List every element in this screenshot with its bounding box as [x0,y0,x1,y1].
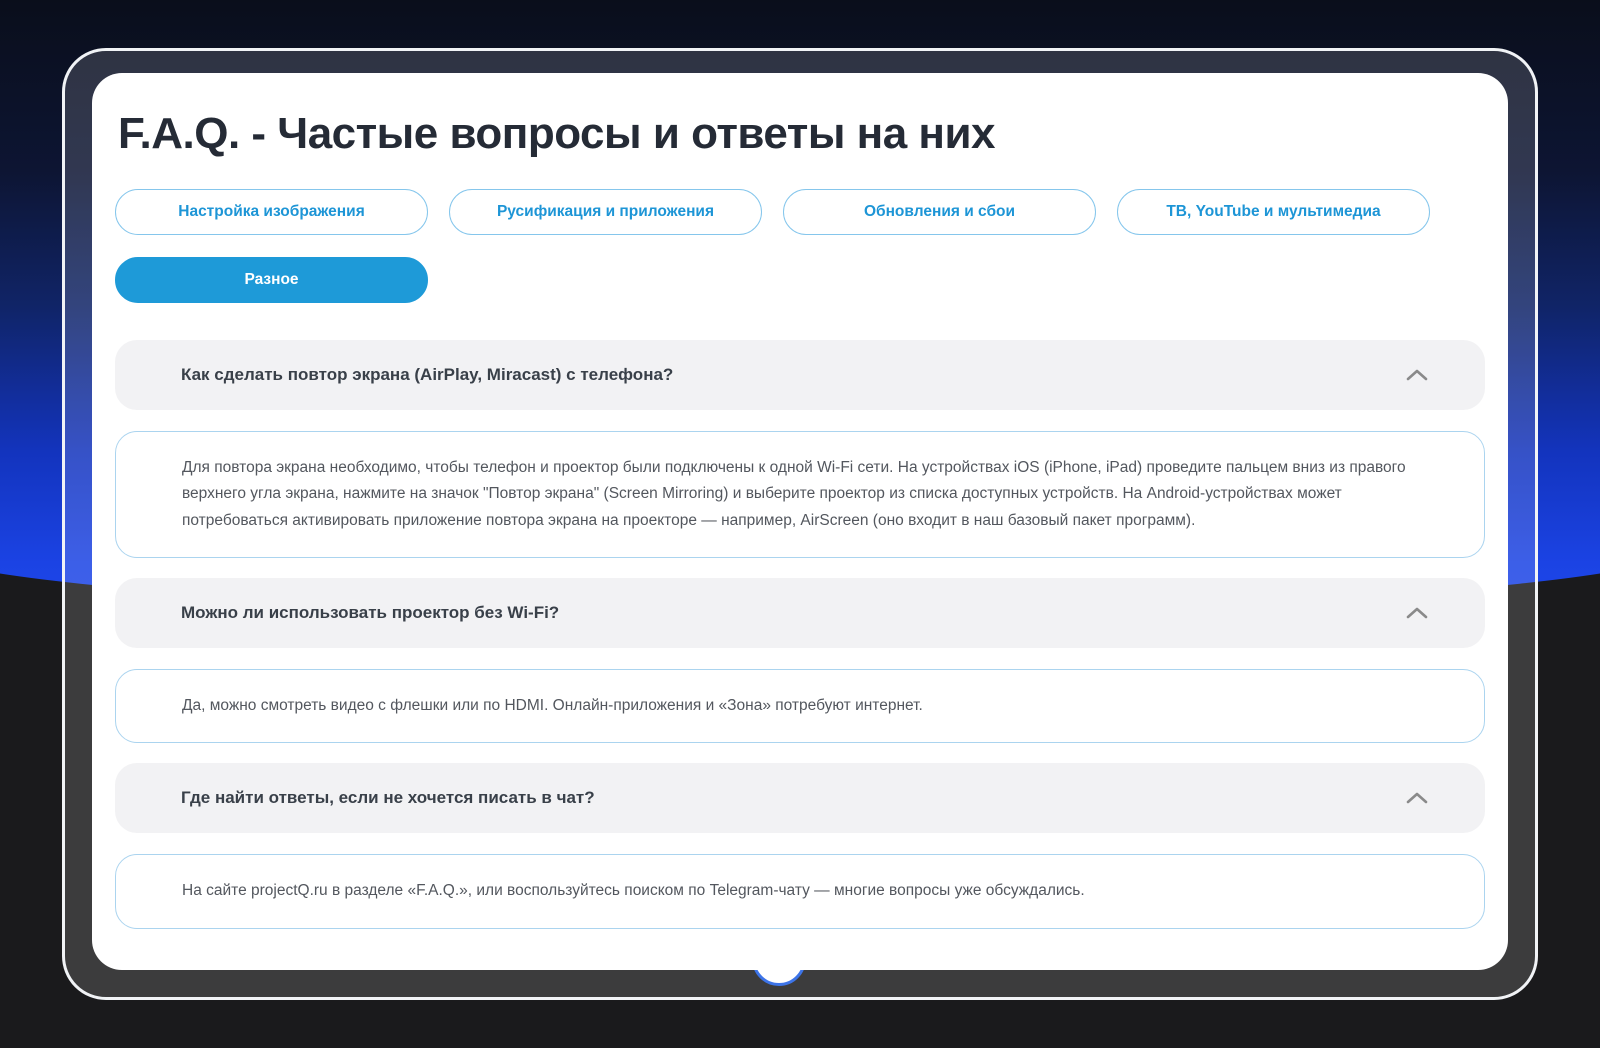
faq-question-3[interactable]: Где найти ответы, если не хочется писать… [115,763,1485,834]
chevron-up-icon [1406,369,1428,381]
faq-question-1-label: Как сделать повтор экрана (AirPlay, Mira… [181,365,674,384]
category-pill-misc[interactable]: Разное [115,257,428,303]
faq-answer-3: На сайте projectQ.ru в разделе «F.A.Q.»,… [115,854,1485,929]
category-pill-russification-apps[interactable]: Русификация и приложения [449,189,762,235]
faq-answer-2: Да, можно смотреть видео с флешки или по… [115,669,1485,744]
chevron-up-icon [1406,793,1428,804]
faq-question-2-label: Можно ли использовать проектор без Wi-Fi… [181,603,560,623]
faq-accordion: Как сделать повтор экрана (AirPlay, Mira… [115,340,1485,929]
chevron-up-icon [1406,607,1428,619]
category-pill-image-setup[interactable]: Настройка изображения [115,189,428,235]
category-filter-bar: Настройка изображения Русификация и прил… [115,189,1485,303]
faq-screen: F.A.Q. - Частые вопросы и ответы на них … [92,73,1508,970]
faq-question-1[interactable]: Как сделать повтор экрана (AirPlay, Mira… [115,340,1485,410]
tablet-frame: F.A.Q. - Частые вопросы и ответы на них … [62,48,1538,1000]
faq-question-3-label: Где найти ответы, если не хочется писать… [181,788,595,808]
faq-answer-1: Для повтора экрана необходимо, чтобы тел… [115,431,1485,559]
faq-question-2[interactable]: Можно ли использовать проектор без Wi-Fi… [115,578,1485,649]
category-pill-tv-youtube-multimedia[interactable]: ТВ, YouTube и мультимедиа [1117,189,1430,235]
category-pill-updates-failures[interactable]: Обновления и сбои [783,189,1096,235]
page-title: F.A.Q. - Частые вопросы и ответы на них [118,109,996,158]
